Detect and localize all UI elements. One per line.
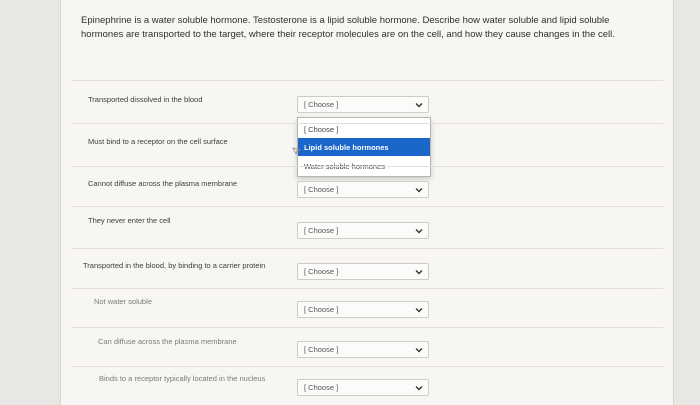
chevron-down-icon [415, 348, 423, 353]
row-label-nucleus-receptor: Binds to a receptor typically located in… [99, 374, 266, 383]
select-transported-dissolved[interactable]: [ Choose ] [297, 96, 429, 113]
divider [71, 327, 663, 328]
divider [71, 366, 663, 367]
row-label-can-diffuse: Can diffuse across the plasma membrane [98, 337, 237, 346]
divider [71, 80, 663, 81]
select-carrier-protein[interactable]: [ Choose ] [297, 263, 429, 280]
chevron-down-icon [415, 229, 423, 234]
divider [71, 166, 663, 167]
select-value: [ Choose ] [304, 267, 339, 276]
divider [71, 248, 663, 249]
divider [71, 123, 663, 124]
select-value: [ Choose ] [304, 305, 339, 314]
dropdown-listbox[interactable]: [ Choose ] Lipid soluble hormones Water … [297, 117, 431, 177]
divider [71, 206, 663, 207]
divider [71, 288, 663, 289]
select-value: [ Choose ] [304, 226, 339, 235]
mouse-cursor-icon [292, 147, 301, 156]
select-value: [ Choose ] [304, 100, 339, 109]
row-label-never-enter: They never enter the cell [88, 216, 171, 225]
question-text: Epinephrine is a water soluble hormone. … [81, 15, 615, 40]
select-value: [ Choose ] [304, 185, 339, 194]
chevron-down-icon [415, 270, 423, 275]
chevron-down-icon [415, 103, 423, 108]
select-value: [ Choose ] [304, 383, 339, 392]
row-label-cannot-diffuse: Cannot diffuse across the plasma membran… [88, 179, 238, 188]
row-label-must-bind-surface: Must bind to a receptor on the cell surf… [88, 137, 228, 146]
row-label-carrier-protein: Transported in the blood, by binding to … [83, 261, 266, 270]
select-value: [ Choose ] [304, 345, 339, 354]
select-never-enter[interactable]: [ Choose ] [297, 222, 429, 239]
chevron-down-icon [415, 188, 423, 193]
select-not-water-soluble[interactable]: [ Choose ] [297, 301, 429, 318]
row-label-transported-dissolved: Transported dissolved in the blood [88, 95, 203, 104]
row-label-not-water-soluble: Not water soluble [94, 297, 152, 306]
select-can-diffuse[interactable]: [ Choose ] [297, 341, 429, 358]
question-card: Epinephrine is a water soluble hormone. … [60, 0, 674, 405]
select-cannot-diffuse[interactable]: [ Choose ] [297, 181, 429, 198]
select-nucleus-receptor[interactable]: [ Choose ] [297, 379, 429, 396]
dropdown-option-lipid-soluble[interactable]: Lipid soluble hormones [298, 138, 430, 156]
chevron-down-icon [415, 308, 423, 313]
chevron-down-icon [415, 386, 423, 391]
